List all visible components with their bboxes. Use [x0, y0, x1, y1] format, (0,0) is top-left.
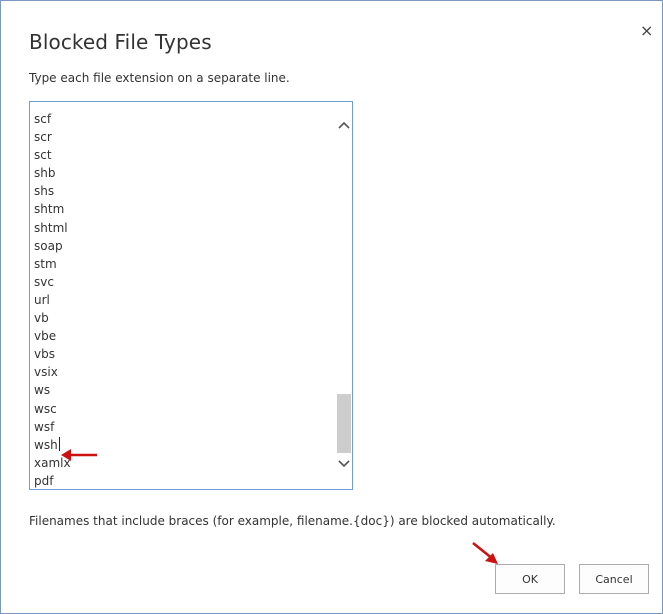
- extension-line: scf: [34, 112, 52, 126]
- extension-line: ws: [34, 383, 51, 398]
- extension-line: sct: [34, 148, 52, 163]
- extension-line: shtml: [34, 220, 68, 235]
- chevron-down-icon[interactable]: [335, 456, 352, 474]
- extension-line: vbs: [34, 347, 55, 362]
- extension-line: shb: [34, 166, 56, 181]
- braces-note: Filenames that include braces (for examp…: [29, 514, 556, 528]
- extensions-textarea[interactable]: scf scr sct shb shs shtm shtml soap stm …: [29, 101, 353, 490]
- extension-line: wsf: [34, 419, 55, 434]
- extension-line: soap: [34, 238, 63, 253]
- scrollbar-thumb[interactable]: [337, 394, 351, 453]
- extension-line: vsix: [34, 365, 58, 380]
- dialog-title: Blocked File Types: [29, 30, 212, 54]
- cancel-button[interactable]: Cancel: [579, 564, 649, 594]
- extension-line-pdf: pdf: [34, 473, 54, 488]
- chevron-up-icon[interactable]: [335, 119, 352, 137]
- extension-line: svc: [34, 274, 54, 289]
- extension-line: url: [34, 292, 50, 307]
- vertical-scrollbar[interactable]: [335, 102, 352, 489]
- extension-line: vbe: [34, 329, 57, 344]
- close-icon[interactable]: ×: [640, 23, 653, 39]
- blocked-file-types-dialog: Blocked File Types × Type each file exte…: [0, 0, 663, 614]
- extension-line: vb: [34, 311, 49, 326]
- instructions-text: Type each file extension on a separate l…: [29, 71, 290, 85]
- extension-list: scf scr sct shb shs shtm shtml soap stm …: [34, 110, 71, 490]
- extension-line: shtm: [34, 202, 65, 217]
- extension-line: scr: [34, 130, 52, 145]
- annotation-arrow-icon: [61, 449, 97, 461]
- extension-text: wsh: [34, 437, 58, 452]
- extension-line: stm: [34, 256, 57, 271]
- extension-line: shs: [34, 184, 55, 199]
- extension-line: wsc: [34, 401, 57, 416]
- ok-button[interactable]: OK: [495, 564, 565, 594]
